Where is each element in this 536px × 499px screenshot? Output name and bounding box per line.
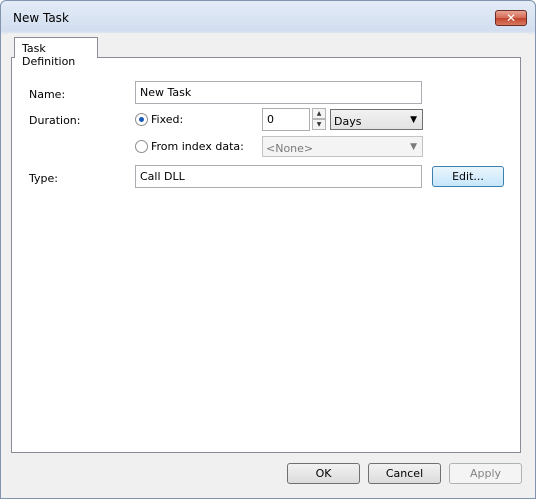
- dialog-window: New Task ✕ Task Definition Name: New Tas…: [0, 0, 536, 499]
- name-label: Name:: [29, 88, 66, 101]
- type-label: Type:: [29, 172, 58, 185]
- fixed-value-input[interactable]: 0: [262, 108, 310, 131]
- tab-panel: Name: New Task Duration: Fixed: 0 ▲ ▼ Da…: [11, 57, 521, 453]
- from-index-label: From index data:: [151, 140, 244, 153]
- fixed-value-spinner[interactable]: ▲ ▼: [312, 108, 326, 131]
- chevron-down-icon: ▼: [410, 142, 417, 152]
- close-button[interactable]: ✕: [495, 10, 527, 26]
- edit-button-label: Edit...: [452, 170, 484, 183]
- duration-label: Duration:: [29, 114, 81, 127]
- duration-unit-value: Days: [334, 115, 362, 128]
- title-bar[interactable]: New Task ✕: [1, 1, 535, 33]
- window-title: New Task: [13, 11, 69, 25]
- apply-button-label: Apply: [469, 467, 502, 480]
- tab-task-definition[interactable]: Task Definition: [14, 37, 98, 68]
- index-data-select[interactable]: <None> ▼: [262, 136, 423, 157]
- fixed-label: Fixed:: [151, 113, 184, 126]
- tab-label: Task Definition: [22, 42, 76, 68]
- duration-unit-select[interactable]: Days ▼: [330, 109, 423, 130]
- edit-button[interactable]: Edit...: [432, 166, 504, 187]
- dialog-client: Task Definition Name: New Task Duration:…: [8, 33, 528, 491]
- from-index-radio[interactable]: [135, 140, 148, 153]
- index-data-value: <None>: [266, 142, 314, 155]
- name-input[interactable]: New Task: [135, 81, 422, 104]
- ok-button[interactable]: OK: [287, 463, 360, 484]
- type-value: Call DLL: [140, 170, 185, 183]
- cancel-button[interactable]: Cancel: [368, 463, 441, 484]
- ok-button-label: OK: [315, 467, 332, 480]
- close-icon: ✕: [505, 11, 517, 25]
- arrow-down-icon[interactable]: ▼: [312, 119, 326, 130]
- fixed-value: 0: [267, 113, 274, 126]
- arrow-up-icon[interactable]: ▲: [312, 108, 326, 119]
- chevron-down-icon: ▼: [410, 115, 417, 125]
- apply-button[interactable]: Apply: [449, 463, 522, 484]
- cancel-button-label: Cancel: [385, 467, 424, 480]
- name-value: New Task: [140, 86, 192, 99]
- fixed-radio[interactable]: [135, 113, 148, 126]
- type-input[interactable]: Call DLL: [135, 165, 422, 188]
